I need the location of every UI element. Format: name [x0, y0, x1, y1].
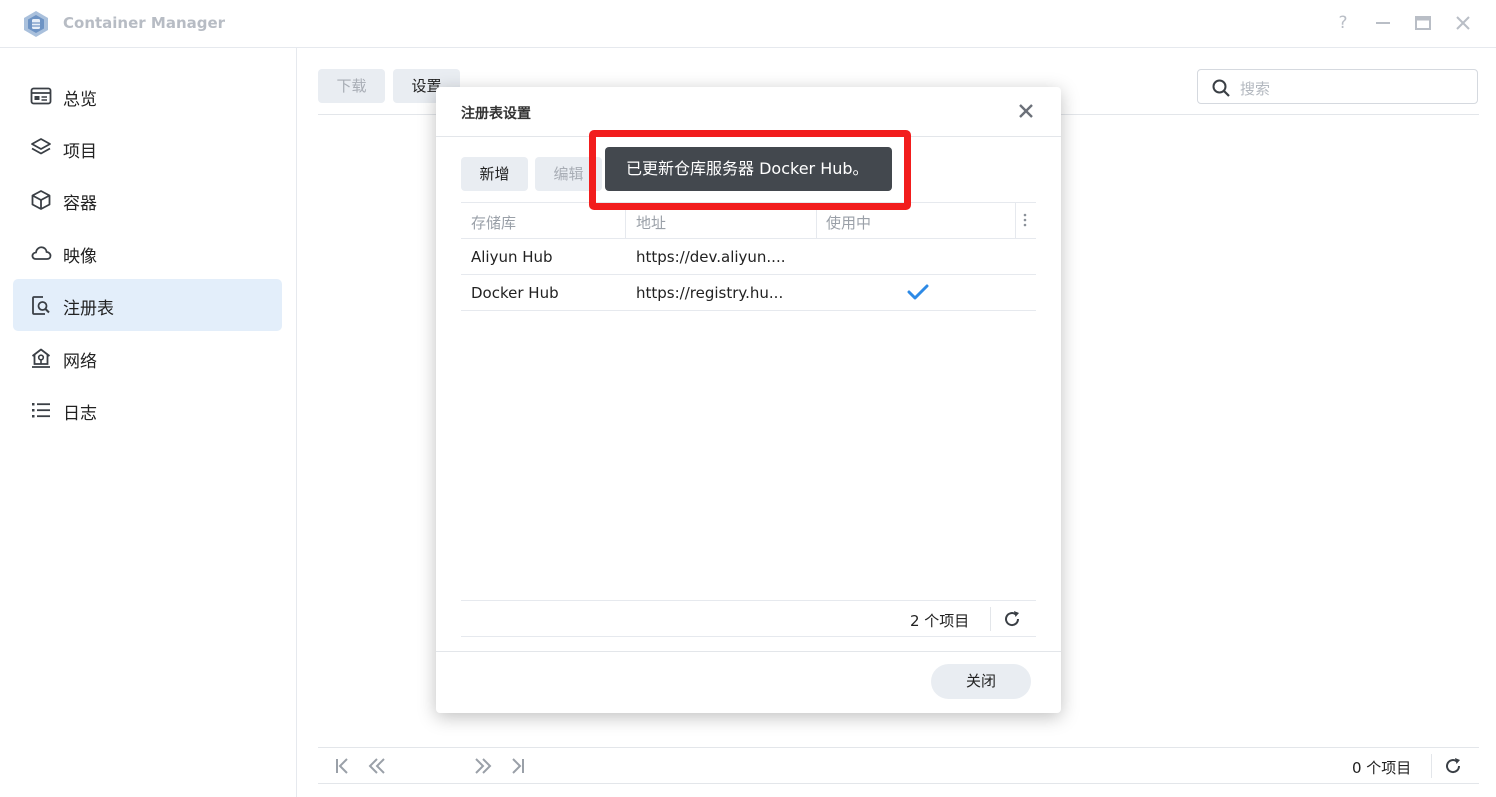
sidebar-item-image[interactable]: 映像	[13, 227, 282, 279]
search-placeholder: 搜索	[1240, 80, 1271, 98]
overview-icon	[30, 87, 52, 105]
sidebar-item-label: 总览	[63, 90, 97, 110]
help-icon[interactable]: ?	[1332, 12, 1354, 34]
table-row[interactable]: Aliyun Hub https://dev.aliyun....	[461, 239, 1036, 274]
sidebar-item-label: 日志	[63, 404, 97, 424]
table-row[interactable]: Docker Hub https://registry.hu...	[461, 275, 1036, 310]
address-cell: https://registry.hu...	[636, 284, 784, 302]
divider	[990, 607, 991, 631]
sidebar-item-network[interactable]: 网络	[13, 332, 282, 384]
download-button[interactable]: 下载	[318, 69, 385, 103]
divider	[461, 310, 1036, 311]
sidebar-item-container[interactable]: 容器	[13, 174, 282, 226]
divider	[436, 651, 1061, 652]
minimize-icon[interactable]	[1372, 12, 1394, 34]
sidebar: 总览 项目 容器 映像 注册表 网络 日志	[0, 48, 297, 797]
sidebar-item-log[interactable]: 日志	[13, 384, 282, 436]
cloud-icon	[31, 246, 52, 260]
repo-cell: Aliyun Hub	[471, 248, 553, 266]
divider	[1431, 754, 1432, 778]
add-button[interactable]: 新增	[461, 157, 528, 191]
search-input[interactable]: 搜索	[1197, 69, 1478, 104]
sidebar-item-label: 映像	[63, 247, 97, 267]
item-count: 0 个项目	[1352, 759, 1412, 777]
item-count: 2 个项目	[910, 612, 970, 630]
app-title: Container Manager	[63, 14, 226, 32]
title-bar: Container Manager ?	[0, 0, 1496, 48]
network-home-icon	[31, 348, 51, 368]
container-manager-logo-icon	[24, 11, 48, 37]
sidebar-item-overview[interactable]: 总览	[13, 70, 282, 122]
column-header-in-use[interactable]: 使用中	[826, 212, 871, 233]
last-page-icon[interactable]	[506, 756, 528, 776]
column-header-repo[interactable]: 存储库	[471, 212, 516, 233]
sidebar-item-project[interactable]: 项目	[13, 122, 282, 174]
close-window-icon[interactable]	[1452, 12, 1474, 34]
maximize-icon[interactable]	[1412, 12, 1434, 34]
previous-page-icon[interactable]	[366, 756, 388, 776]
table-footer: 2 个项目	[461, 600, 1036, 637]
column-header-address[interactable]: 地址	[636, 212, 666, 233]
pagination-bar: 0 个项目	[318, 747, 1479, 784]
refresh-icon[interactable]	[1443, 756, 1463, 776]
close-button[interactable]: 关闭	[931, 664, 1031, 699]
address-cell: https://dev.aliyun....	[636, 248, 786, 266]
sidebar-item-registry[interactable]: 注册表	[13, 279, 282, 331]
registry-search-icon	[32, 296, 50, 315]
search-icon	[1212, 79, 1230, 97]
close-icon[interactable]	[1014, 99, 1038, 123]
refresh-icon[interactable]	[1002, 609, 1022, 629]
sidebar-item-label: 容器	[63, 194, 97, 214]
checkmark-icon	[907, 284, 929, 300]
sidebar-item-label: 项目	[63, 142, 97, 162]
column-divider	[1015, 202, 1016, 238]
first-page-icon[interactable]	[332, 756, 354, 776]
highlight-box	[589, 130, 911, 210]
cube-icon	[31, 190, 51, 210]
list-icon	[32, 403, 50, 418]
column-menu-icon[interactable]	[1019, 212, 1031, 228]
layers-icon	[31, 138, 51, 155]
next-page-icon[interactable]	[472, 756, 494, 776]
sidebar-item-label: 注册表	[63, 299, 114, 319]
repo-cell: Docker Hub	[471, 284, 559, 302]
dialog-title: 注册表设置	[461, 106, 531, 122]
sidebar-item-label: 网络	[63, 352, 97, 372]
